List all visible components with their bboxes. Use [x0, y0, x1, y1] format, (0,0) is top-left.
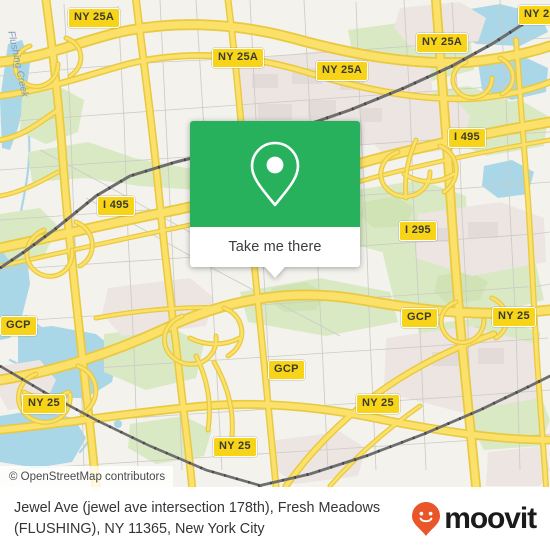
location-caption: Jewel Ave (jewel ave intersection 178th)…	[14, 499, 381, 537]
road-shield-i-295[interactable]: I 295	[399, 221, 437, 241]
road-shield-ny-25a[interactable]: NY 25A	[416, 33, 469, 53]
road-shield-ny-25[interactable]: NY 2	[518, 5, 550, 25]
take-me-there-label: Take me there	[228, 239, 322, 255]
road-shield-ny-25[interactable]: NY 25	[356, 394, 400, 414]
road-shield-gcp[interactable]: GCP	[401, 308, 438, 328]
destination-popup-card[interactable]: Take me there	[190, 121, 360, 278]
osm-attribution[interactable]: © OpenStreetMap contributors	[0, 466, 174, 487]
road-shield-gcp[interactable]: GCP	[268, 360, 305, 380]
road-shield-ny-25[interactable]: NY 25	[492, 307, 536, 327]
road-shield-ny-25a[interactable]: NY 25A	[212, 48, 265, 68]
road-shield-ny-25[interactable]: NY 25	[213, 437, 257, 457]
road-shield-i-495[interactable]: I 495	[448, 128, 486, 148]
road-shield-gcp[interactable]: GCP	[0, 316, 37, 336]
map-pin-icon	[250, 141, 300, 207]
popup-action-panel[interactable]: Take me there	[190, 227, 360, 267]
road-shield-ny-25[interactable]: NY 25	[22, 394, 66, 414]
road-shield-ny-25a[interactable]: NY 25A	[68, 8, 121, 28]
popup-icon-panel	[190, 121, 360, 227]
footer-bar: Jewel Ave (jewel ave intersection 178th)…	[0, 487, 550, 550]
road-shield-ny-25a[interactable]: NY 25A	[316, 61, 369, 81]
popup-pointer	[265, 267, 285, 278]
osm-attribution-text: © OpenStreetMap contributors	[9, 470, 166, 483]
road-shield-i-495[interactable]: I 495	[97, 196, 135, 216]
moovit-map-screenshot: Flushing Creek NY 25A NY 25A NY 25A NY 2…	[0, 0, 550, 550]
moovit-logo[interactable]: moovit	[411, 501, 540, 537]
map-canvas[interactable]: Flushing Creek NY 25A NY 25A NY 25A NY 2…	[0, 0, 550, 487]
moovit-smiley-pin-icon	[412, 501, 441, 536]
moovit-wordmark: moovit	[444, 501, 537, 535]
